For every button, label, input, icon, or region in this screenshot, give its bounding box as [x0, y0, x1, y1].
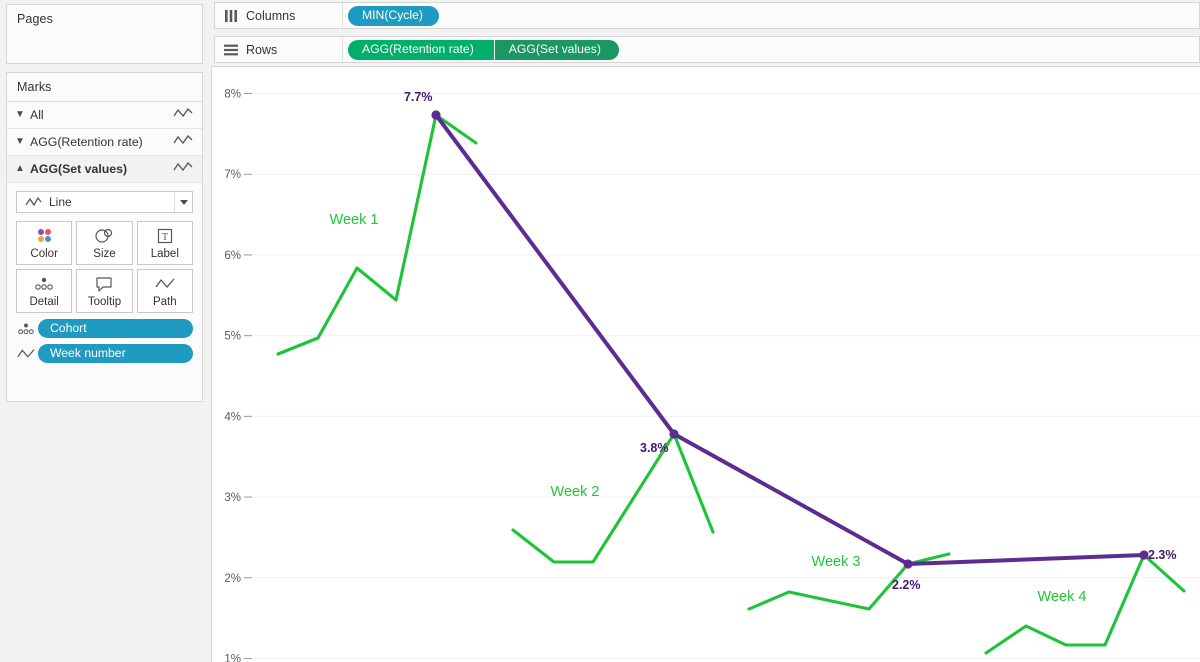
- rows-shelf-label-box: Rows: [215, 37, 343, 62]
- tooltip-bubble-icon: [94, 274, 114, 294]
- label-t-icon: T: [156, 226, 174, 246]
- marks-row-label: All: [30, 108, 44, 122]
- size-button-label: Size: [93, 248, 116, 260]
- columns-shelf-label-box: Columns: [215, 3, 343, 28]
- detail-button-label: Detail: [29, 296, 59, 308]
- rows-shelf-label: Rows: [246, 42, 278, 57]
- pages-card[interactable]: Pages: [6, 4, 203, 64]
- svg-text:7%: 7%: [224, 169, 241, 181]
- marks-row-set-values[interactable]: ▲ AGG(Set values): [7, 156, 202, 183]
- svg-text:3.8%: 3.8%: [640, 441, 669, 455]
- color-button[interactable]: Color: [16, 221, 73, 265]
- svg-text:2%: 2%: [224, 573, 241, 585]
- svg-text:1%: 1%: [224, 653, 241, 662]
- chevron-down-icon[interactable]: ▼: [15, 110, 30, 120]
- path-line-icon: [154, 274, 176, 294]
- chart-gridlines: [254, 93, 1200, 659]
- marks-row-label: AGG(Set values): [30, 162, 128, 176]
- svg-text:4%: 4%: [224, 411, 241, 423]
- color-dots-icon: [34, 226, 54, 246]
- detail-button[interactable]: Detail: [16, 269, 73, 313]
- color-button-label: Color: [30, 248, 58, 260]
- columns-shelf[interactable]: Columns MIN(Cycle): [214, 2, 1200, 29]
- chart-svg: 8% 7% 6% 5% 4% 3% 2% 1% 7.7% 3.8% 2.2% 2.3% Week 1…: [224, 89, 1200, 662]
- shelf-area: Columns MIN(Cycle) Rows AGG(Retention ra…: [210, 0, 1200, 65]
- marks-pill-cohort[interactable]: Cohort: [38, 319, 193, 338]
- tableau-worksheet: Pages Marks ▼ All ▼ AGG(Retention rate) …: [0, 0, 1200, 662]
- detail-dots-icon: [33, 274, 55, 294]
- svg-text:Week 3: Week 3: [812, 554, 861, 570]
- svg-text:3%: 3%: [224, 492, 241, 504]
- rows-shelf[interactable]: Rows AGG(Retention rate) AGG(Set values): [214, 36, 1200, 63]
- tooltip-button[interactable]: Tooltip: [76, 269, 133, 313]
- svg-text:6%: 6%: [224, 250, 241, 262]
- mark-type-dropdown[interactable]: Line: [16, 191, 193, 213]
- svg-text:Week 1: Week 1: [330, 212, 379, 228]
- marks-row-all[interactable]: ▼ All: [7, 102, 202, 129]
- path-line-icon: [16, 347, 38, 361]
- chart-cohort-labels: Week 1 Week 2 Week 3 Week 4: [330, 212, 1087, 605]
- marks-card-title: Marks: [7, 73, 202, 102]
- marks-pill-week-number-row: Week number: [16, 344, 193, 363]
- label-button[interactable]: T Label: [136, 221, 193, 265]
- left-panel: Pages Marks ▼ All ▼ AGG(Retention rate) …: [0, 0, 209, 662]
- tooltip-button-label: Tooltip: [87, 296, 122, 308]
- chart-y-axis: 8% 7% 6% 5% 4% 3% 2% 1%: [224, 89, 252, 662]
- pill-agg-retention-rate[interactable]: AGG(Retention rate): [348, 39, 495, 60]
- size-circles-icon: [93, 226, 115, 246]
- chevron-down-icon[interactable]: [174, 192, 192, 212]
- chevron-up-icon[interactable]: ▲: [15, 164, 30, 174]
- line-chart-icon: [173, 106, 193, 124]
- svg-text:8%: 8%: [224, 89, 241, 101]
- chart-set-values-labels: 7.7% 3.8% 2.2% 2.3%: [404, 90, 1177, 592]
- chart-view[interactable]: 8% 7% 6% 5% 4% 3% 2% 1% 7.7% 3.8% 2.2% 2.3% Week 1…: [211, 66, 1200, 662]
- svg-text:7.7%: 7.7%: [404, 90, 433, 104]
- svg-text:Week 4: Week 4: [1038, 589, 1087, 605]
- columns-shelf-label: Columns: [246, 8, 296, 23]
- marks-card: Marks ▼ All ▼ AGG(Retention rate) ▲ AGG(…: [6, 72, 203, 402]
- rows-icon: [224, 44, 246, 56]
- label-button-label: Label: [150, 248, 179, 260]
- path-button[interactable]: Path: [136, 269, 193, 313]
- columns-shelf-pills: MIN(Cycle): [343, 5, 439, 26]
- marks-buttons: Color Size T Label Detail Tooltip Path: [16, 221, 193, 313]
- marks-pill-week-number[interactable]: Week number: [38, 344, 193, 363]
- pill-agg-set-values[interactable]: AGG(Set values): [494, 39, 619, 60]
- detail-dots-icon: [16, 321, 38, 337]
- marks-row-retention-rate[interactable]: ▼ AGG(Retention rate): [7, 129, 202, 156]
- chart-series-retention-rate: [276, 113, 1186, 655]
- pages-card-title: Pages: [17, 12, 53, 26]
- line-chart-icon: [173, 133, 193, 151]
- line-chart-icon: [25, 197, 42, 207]
- marks-row-label: AGG(Retention rate): [30, 135, 143, 149]
- svg-text:2.3%: 2.3%: [1148, 548, 1177, 562]
- path-button-label: Path: [152, 296, 177, 308]
- svg-text:5%: 5%: [224, 331, 241, 343]
- pill-min-cycle[interactable]: MIN(Cycle): [348, 5, 439, 26]
- size-button[interactable]: Size: [76, 221, 133, 265]
- mark-type-value: Line: [49, 195, 72, 209]
- line-chart-icon: [173, 160, 193, 178]
- svg-text:2.2%: 2.2%: [892, 578, 921, 592]
- marks-pill-cohort-row: Cohort: [16, 319, 193, 338]
- rows-shelf-pills: AGG(Retention rate) AGG(Set values): [343, 39, 619, 60]
- svg-text:T: T: [162, 232, 168, 243]
- columns-icon: [224, 9, 246, 22]
- svg-text:Week 2: Week 2: [551, 484, 600, 500]
- chevron-down-icon[interactable]: ▼: [15, 137, 30, 147]
